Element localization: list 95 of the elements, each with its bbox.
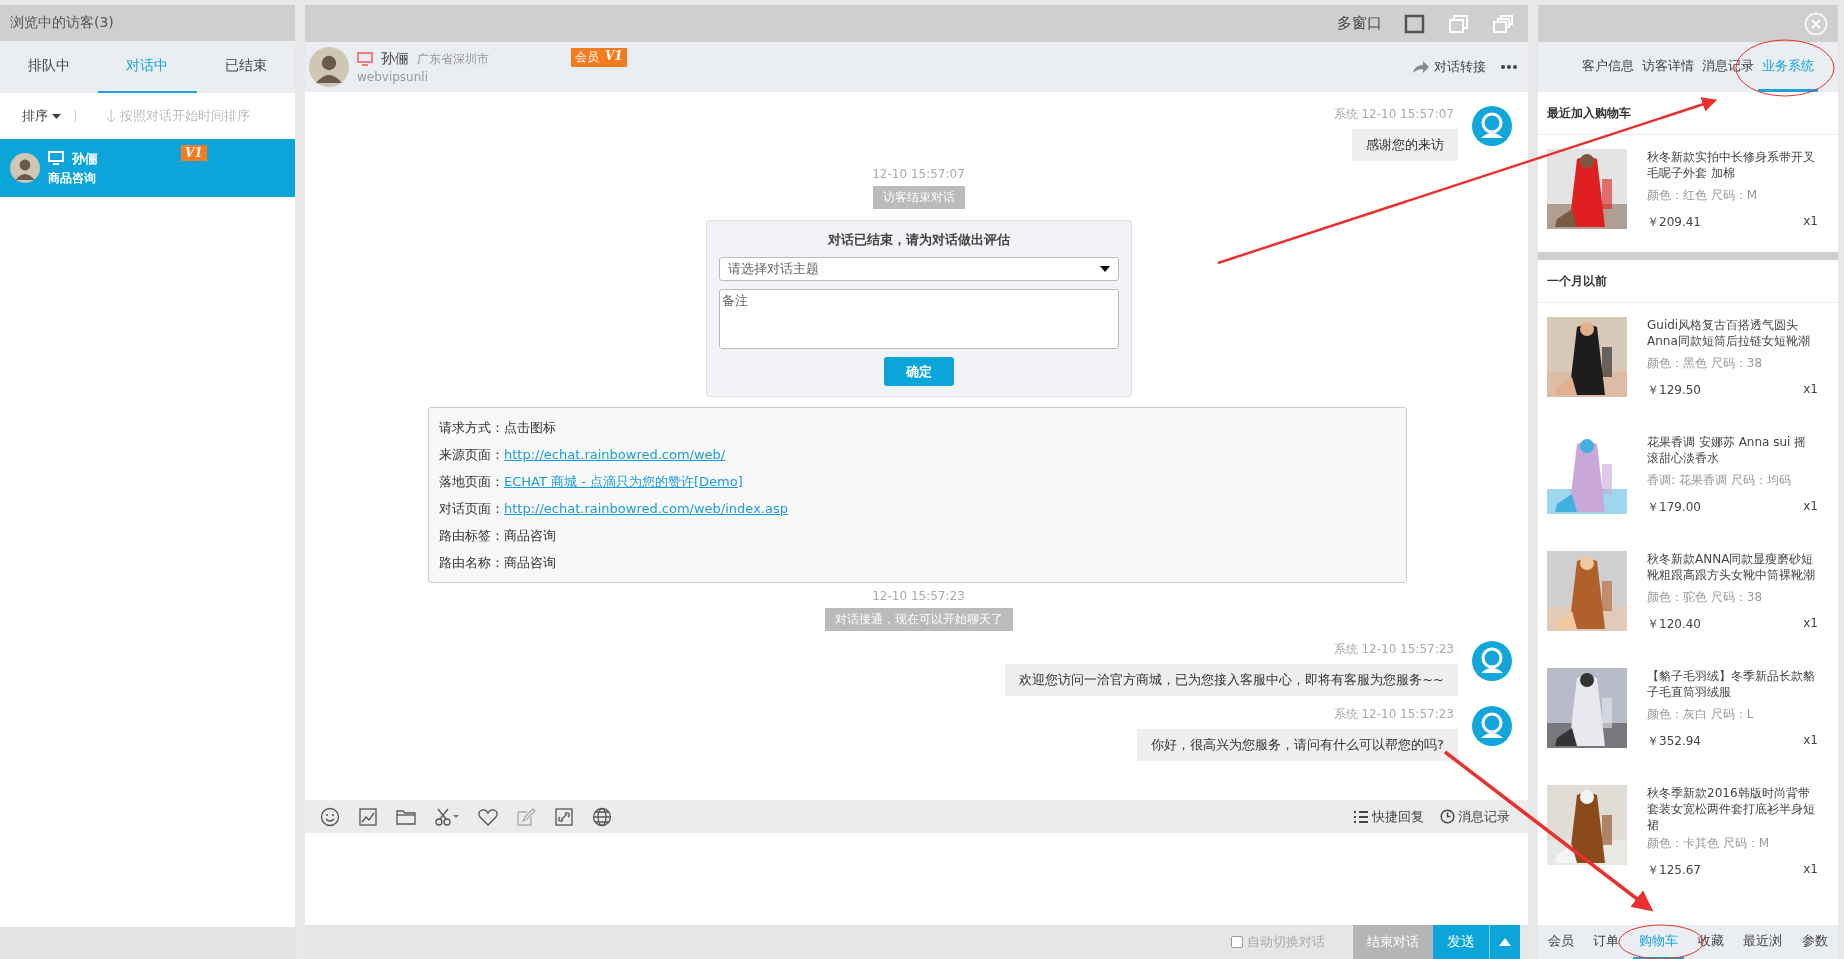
info-value: 点击图标	[504, 418, 556, 437]
maximize-icon[interactable]	[1404, 13, 1426, 34]
tab[interactable]: 收藏	[1691, 925, 1730, 959]
product-price: ￥129.50	[1647, 382, 1701, 399]
product-price: ￥209.41	[1647, 214, 1701, 231]
panel-title: 浏览中的访客(3)	[10, 14, 114, 32]
info-label: 请求方式：	[439, 418, 504, 437]
agent-avatar-icon	[1472, 106, 1512, 146]
monitor-icon	[48, 151, 64, 166]
product-attributes: 颜色：黑色 尺码：38	[1647, 355, 1764, 372]
product-title[interactable]: 【貉子毛羽绒】冬季新品长款貉子毛直筒羽绒服	[1647, 668, 1818, 704]
visitor-location: 广东省深圳市	[417, 50, 489, 68]
link-icon[interactable]	[553, 806, 575, 827]
product-attributes: 颜色：驼色 尺码：38	[1647, 589, 1764, 606]
product-price: ￥125.67	[1647, 862, 1701, 879]
tab[interactable]: 会员	[1541, 925, 1580, 959]
globe-icon[interactable]	[591, 806, 613, 827]
agent-avatar-icon	[1472, 641, 1512, 681]
section-title: 最近加入购物车	[1538, 92, 1838, 135]
product-quantity: x1	[1803, 214, 1818, 230]
info-value: 商品咨询	[504, 526, 556, 545]
section-title: 一个月以前	[1538, 260, 1838, 303]
quick-reply-button[interactable]: 快捷回复	[1353, 807, 1424, 826]
info-label: 来源页面：	[439, 445, 504, 464]
share-arrow-icon	[1412, 60, 1430, 74]
product-price: ￥352.94	[1647, 733, 1701, 750]
product-quantity: x1	[1803, 382, 1818, 398]
product-attributes: 颜色：卡其色 尺码：M	[1647, 835, 1771, 852]
message-meta: 系统 12-10 15:57:07	[1333, 106, 1454, 123]
product-attributes: 颜色：灰白 尺码：L	[1647, 706, 1755, 723]
avatar-icon	[309, 47, 349, 87]
product-quantity: x1	[1803, 499, 1818, 515]
info-label: 对话页面：	[439, 499, 504, 518]
info-label: 路由标签：	[439, 526, 504, 545]
tab[interactable]: 排队中	[0, 41, 99, 93]
message-meta: 系统 12-10 15:57:23	[1333, 706, 1454, 723]
message-bubble: 欢迎您访问一洽官方商城，已为您接入客服中心，即将有客服为您服务~~	[1005, 664, 1458, 696]
caret-icon	[1099, 266, 1110, 272]
tab[interactable]: 参数	[1796, 925, 1835, 959]
more-icon[interactable]	[1500, 64, 1518, 70]
product-title[interactable]: 秋冬新款ANNA同款显瘦磨砂短靴粗跟高跟方头女靴中筒裸靴潮	[1647, 551, 1818, 587]
monitor-icon	[357, 51, 373, 67]
tab[interactable]: 消息记录	[1698, 42, 1758, 92]
clock-icon	[1440, 809, 1455, 824]
product-title[interactable]: 秋冬新款实拍中长修身系带开叉毛呢子外套 加棉	[1647, 149, 1818, 185]
product-title[interactable]: Guidi风格复古百搭透气圆头Anna同款短筒后拉链女短靴潮	[1647, 317, 1818, 353]
topic-select[interactable]: 请选择对话主题	[718, 257, 1119, 281]
evaluation-title: 对话已结束，请为对话做出评估	[827, 231, 1010, 249]
system-notice: 访客结束对话	[872, 186, 965, 209]
info-label: 路由名称：	[439, 553, 504, 572]
note-field[interactable]: 备注	[718, 289, 1119, 349]
message-bubble: 感谢您的来访	[1352, 129, 1458, 161]
history-button[interactable]: 消息记录	[1440, 807, 1510, 826]
smiley-icon[interactable]	[319, 806, 341, 827]
product-attributes: 颜色：红色 尺码：M	[1647, 187, 1759, 204]
level-badge: V1	[181, 145, 207, 161]
scissors-icon[interactable]	[433, 806, 461, 827]
checkbox[interactable]	[1231, 936, 1243, 948]
send-options-button[interactable]	[1489, 925, 1520, 959]
product-quantity: x1	[1803, 616, 1818, 632]
info-label: 落地页面：	[439, 472, 504, 491]
system-notice: 对话接通，现在可以开始聊天了	[824, 608, 1013, 631]
message-time: 12-10 15:57:07	[872, 167, 965, 181]
product-title[interactable]: 秋冬季新款2016韩版时尚背带套装女宽松两件套打底衫半身短裙	[1647, 785, 1818, 833]
visitor-name: 孙俪	[381, 50, 409, 68]
product-attributes: 香调: 花果香调 尺码：均码	[1647, 472, 1792, 489]
visitor-name: 孙俪	[72, 149, 98, 168]
product-price: ￥179.00	[1647, 499, 1701, 516]
message-time: 12-10 15:57:23	[872, 589, 965, 603]
message-bubble: 你好，很高兴为您服务，请问有什么可以帮您的吗?	[1137, 729, 1458, 761]
sort-dropdown[interactable]: 排序	[22, 107, 61, 125]
member-badge: 会员 V1	[571, 48, 627, 67]
multi-window-label[interactable]: 多窗口	[1337, 14, 1382, 33]
visitor-account: webvipsunli	[357, 70, 429, 84]
list-icon	[1353, 809, 1369, 824]
caret-up-icon	[1499, 938, 1511, 946]
tab[interactable]: 客户信息	[1578, 42, 1638, 92]
tab[interactable]: 已结束	[196, 41, 295, 93]
heart-icon[interactable]	[477, 806, 499, 827]
product-quantity: x1	[1803, 862, 1818, 878]
tab[interactable]: 订单	[1587, 925, 1626, 959]
image-icon[interactable]	[357, 806, 379, 827]
arrow-down-icon	[106, 109, 116, 123]
caret-icon	[52, 113, 61, 119]
product-price: ￥120.40	[1647, 616, 1701, 633]
avatar-icon	[10, 153, 40, 183]
info-value: 商品咨询	[504, 553, 556, 572]
message-meta: 系统 12-10 15:57:23	[1333, 641, 1454, 658]
visitor-topic: 商品咨询	[48, 169, 97, 187]
product-quantity: x1	[1803, 733, 1818, 749]
transfer-button[interactable]: 对话转接	[1406, 57, 1492, 77]
tab[interactable]: 最近浏	[1737, 925, 1789, 959]
agent-avatar-icon	[1472, 706, 1512, 746]
product-title[interactable]: 花果香调 安娜苏 Anna sui 摇滚甜心淡香水	[1647, 434, 1818, 470]
tab[interactable]: 访客详情	[1638, 42, 1698, 92]
